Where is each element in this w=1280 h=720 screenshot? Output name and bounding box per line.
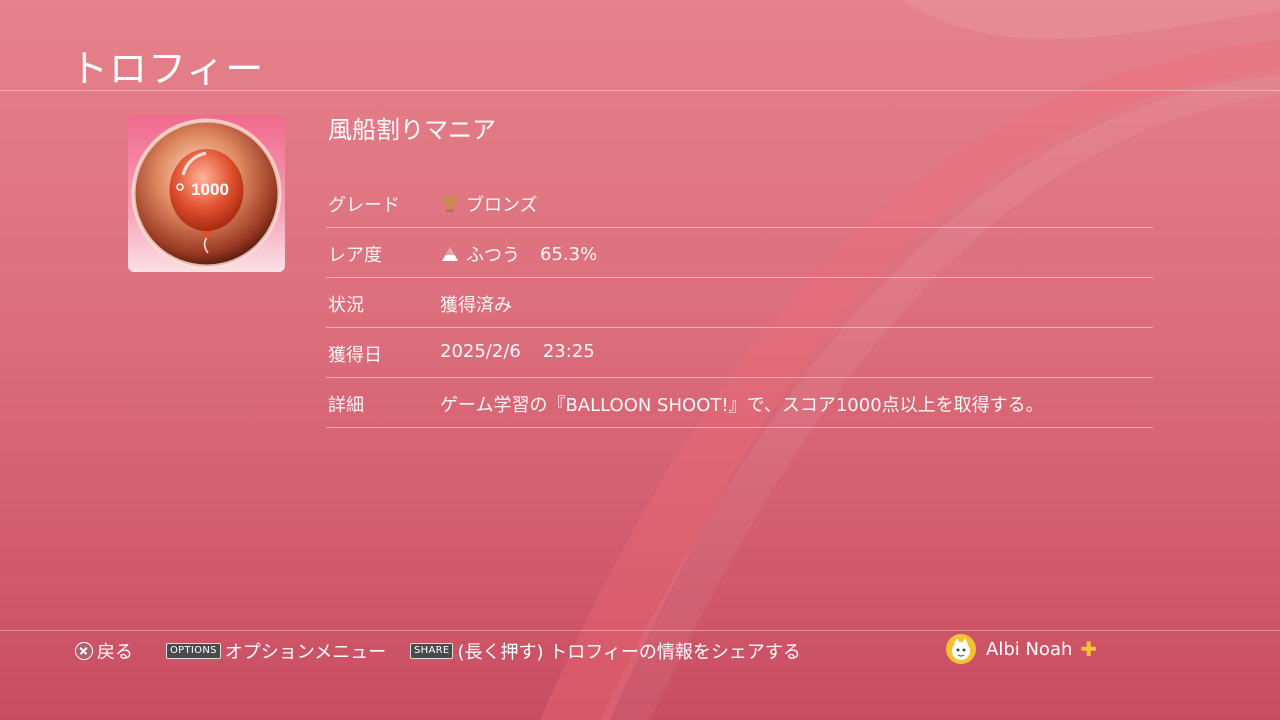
page-title: トロフィー: [70, 47, 265, 91]
options-label: オプションメニュー: [224, 642, 387, 663]
rarity-value-group: ふつう 65.3%: [440, 241, 597, 267]
grade-value: ブロンズ: [466, 195, 538, 216]
share-key-icon: SHARE: [410, 643, 454, 659]
header-divider: [0, 90, 1280, 91]
grade-value-group: ブロンズ: [440, 191, 538, 217]
earned-label: 獲得日: [328, 345, 382, 366]
trophy-icon-text: 1000: [191, 180, 229, 199]
trophy-name: 風船割りマニア: [328, 116, 496, 144]
share-label: (長く押す) トロフィーの情報をシェアする: [457, 642, 801, 663]
avatar: [946, 634, 976, 664]
earned-date: 2025/2/6: [440, 341, 521, 362]
rarity-label: レア度: [328, 245, 382, 266]
detail-row-grade: グレード ブロンズ: [326, 178, 1153, 228]
cross-button-icon: [75, 642, 93, 660]
back-button[interactable]: 戻る: [75, 638, 133, 664]
options-key-icon: OPTIONS: [166, 643, 221, 659]
earned-value-group: 2025/2/6 23:25: [440, 341, 595, 362]
user-name: Albi Noah: [986, 638, 1073, 660]
status-label: 状況: [328, 295, 364, 316]
detail-row-description: 詳細 ゲーム学習の『BALLOON SHOOT!』で、スコア1000点以上を取得…: [326, 378, 1153, 428]
share-button[interactable]: SHARE (長く押す) トロフィーの情報をシェアする: [410, 638, 801, 664]
detail-row-earned: 獲得日 2025/2/6 23:25: [326, 328, 1153, 378]
rarity-pyramid-icon: [442, 247, 458, 261]
back-label: 戻る: [97, 642, 133, 663]
user-profile[interactable]: Albi Noah ✚: [946, 634, 1097, 664]
description-label: 詳細: [328, 395, 364, 416]
balloon-trophy-icon: 1000: [131, 118, 282, 269]
footer-divider: [0, 630, 1280, 631]
detail-row-rarity: レア度 ふつう 65.3%: [326, 228, 1153, 278]
detail-row-status: 状況 獲得済み: [326, 278, 1153, 328]
rarity-percent: 65.3%: [540, 243, 598, 265]
footer-bar: 戻る OPTIONS オプションメニュー SHARE (長く押す) トロフィーの…: [0, 634, 1280, 664]
trophy-details: グレード ブロンズ レア度 ふつう 65.3% 状況 獲得済み 獲得日 2025…: [326, 178, 1153, 428]
status-value: 獲得済み: [440, 295, 512, 316]
bronze-trophy-icon: [441, 197, 459, 212]
trophy-image[interactable]: 1000: [128, 115, 285, 272]
options-button[interactable]: OPTIONS オプションメニュー: [166, 638, 386, 664]
grade-label: グレード: [328, 195, 400, 216]
description-value: ゲーム学習の『BALLOON SHOOT!』で、スコア1000点以上を取得する。: [440, 395, 1044, 416]
earned-time: 23:25: [542, 341, 595, 362]
ps-plus-icon: ✚: [1080, 637, 1098, 661]
rarity-value: ふつう: [466, 245, 520, 266]
